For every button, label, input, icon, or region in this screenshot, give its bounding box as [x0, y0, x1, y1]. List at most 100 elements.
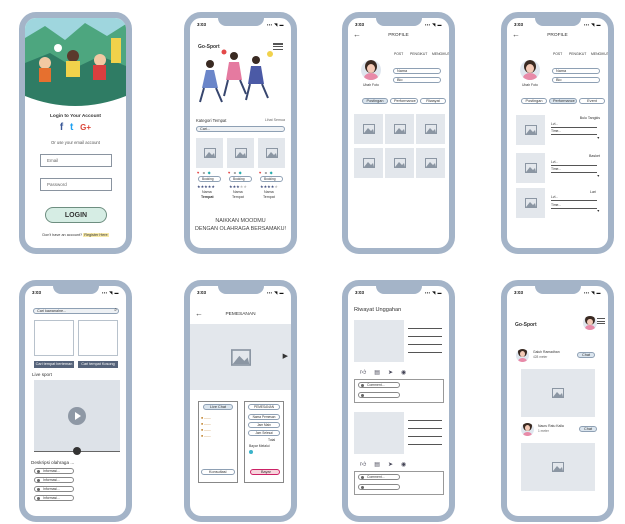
back-arrow-icon[interactable]: ←: [353, 30, 361, 39]
tab-riwayat[interactable]: Riwayat: [420, 98, 446, 104]
register-link[interactable]: Register Here: [83, 233, 109, 237]
payment-option-icon[interactable]: [249, 450, 253, 454]
bio-field[interactable]: Bio: [552, 77, 600, 83]
video-player[interactable]: [34, 380, 120, 452]
place-card-image[interactable]: [227, 138, 254, 168]
comment-input[interactable]: Comment...: [358, 382, 400, 388]
pause-icon[interactable]: [73, 447, 81, 455]
name-field[interactable]: Nama: [552, 68, 600, 74]
upload-image[interactable]: [354, 320, 404, 362]
booking-button[interactable]: Booking: [229, 176, 252, 182]
post-thumbnail[interactable]: [354, 148, 383, 178]
booker-name-field[interactable]: Nama Pemesan: [248, 414, 280, 420]
info-item[interactable]: Informasi...: [34, 477, 74, 483]
edit-photo-link[interactable]: Ubah Foto: [363, 83, 379, 87]
login-button[interactable]: LOGIN: [45, 207, 107, 223]
info-item[interactable]: Informasi...: [34, 468, 74, 474]
user-avatar[interactable]: [521, 423, 534, 436]
card-name: Nama: [233, 190, 243, 194]
comment-reply[interactable]: [358, 484, 400, 490]
post-thumbnail[interactable]: [385, 148, 414, 178]
status-bar: 3:03 ▪▪▪ ◥ ▬: [197, 288, 284, 296]
tab-postingan[interactable]: Postingan: [362, 98, 388, 104]
back-arrow-icon[interactable]: ←: [195, 309, 203, 318]
search-icon[interactable]: ⌕: [114, 307, 117, 313]
post-thumbnail[interactable]: [385, 114, 414, 144]
comment-icon[interactable]: ▤: [374, 462, 388, 468]
email-field[interactable]: Email: [40, 154, 112, 167]
info-item[interactable]: Informasi...: [34, 486, 74, 492]
chat-button[interactable]: Chat: [579, 426, 597, 432]
facebook-icon[interactable]: f: [60, 122, 63, 133]
avatar[interactable]: [583, 316, 597, 330]
like-icon[interactable]: 👍︎: [360, 462, 374, 468]
next-arrow-icon[interactable]: ▶: [283, 352, 288, 360]
pay-button[interactable]: Bayar: [250, 469, 280, 475]
see-all-link[interactable]: Lihat Semua: [265, 118, 285, 122]
partner-image[interactable]: [34, 320, 74, 356]
live-chat-pill[interactable]: Live Chat: [203, 404, 233, 410]
dropdown-icon[interactable]: ▼: [596, 174, 600, 178]
edit-photo-link[interactable]: Ubah Foto: [522, 83, 538, 87]
user-avatar[interactable]: [516, 349, 529, 362]
post-image[interactable]: [521, 443, 595, 491]
dropdown-icon[interactable]: ▼: [596, 209, 600, 213]
save-icon[interactable]: ◉: [401, 370, 414, 376]
partner-image[interactable]: [78, 320, 118, 356]
find-empty-place-button[interactable]: Cari tempat Kosong: [78, 361, 118, 368]
dropdown-icon[interactable]: ▼: [596, 136, 600, 140]
caption-line: [408, 328, 442, 329]
image-placeholder-icon: [524, 125, 537, 135]
like-icon[interactable]: 👍︎: [360, 370, 374, 376]
share-icon[interactable]: ➤: [388, 370, 401, 376]
time-label: Time...: [551, 203, 562, 207]
chat-button[interactable]: Chat: [577, 352, 595, 358]
tab-postingan[interactable]: Postingan: [521, 98, 547, 104]
post-thumbnail[interactable]: [354, 114, 383, 144]
upload-image[interactable]: [354, 412, 404, 454]
sport-name: Basket: [589, 154, 600, 158]
post-thumbnail[interactable]: [416, 114, 445, 144]
start-time-field[interactable]: Jam Main: [248, 422, 280, 428]
card-name: Nama: [202, 190, 212, 194]
level-label: Lvl...: [551, 160, 559, 164]
status-icons: ▪▪▪ ◥ ▬: [583, 21, 601, 27]
comment-input[interactable]: Comment...: [358, 474, 400, 480]
status-time: 3:03: [197, 289, 207, 295]
share-icon[interactable]: ➤: [388, 462, 401, 468]
time-line: [551, 134, 597, 135]
twitter-icon[interactable]: t: [70, 122, 73, 133]
place-card-image[interactable]: [258, 138, 285, 168]
rating-stars: ★★★★★: [260, 184, 278, 189]
post-image[interactable]: [521, 369, 595, 417]
booking-button[interactable]: Booking: [260, 176, 283, 182]
place-card-image[interactable]: [196, 138, 223, 168]
find-friend-button[interactable]: Cari tempat berteman: [34, 361, 74, 368]
name-field[interactable]: Nama: [393, 68, 441, 74]
google-icon[interactable]: G+: [80, 123, 91, 132]
profile-screen: 3:03 ▪▪▪ ◥ ▬ ← PROFILE POST PENGIKUT MENGI…: [342, 12, 455, 254]
tab-event[interactable]: Event: [579, 98, 605, 104]
comment-reply[interactable]: [358, 392, 400, 398]
info-item[interactable]: Informasi...: [34, 495, 74, 501]
end-time-field[interactable]: Jam Selesai: [248, 430, 280, 436]
tab-performance[interactable]: Performance: [390, 98, 418, 104]
back-arrow-icon[interactable]: ←: [512, 30, 520, 39]
search-input[interactable]: Cari kawanalne...: [33, 308, 119, 314]
password-field[interactable]: Password: [40, 178, 112, 191]
post-thumbnail[interactable]: [416, 148, 445, 178]
search-input[interactable]: Cari...: [196, 126, 285, 132]
avatar[interactable]: [361, 60, 381, 80]
user-distance: 1 meter: [538, 429, 549, 433]
booking-button[interactable]: Booking: [198, 176, 221, 182]
consult-button[interactable]: Konsultasi: [201, 469, 235, 475]
menu-icon[interactable]: [597, 317, 605, 326]
card-actions: ♥ ◂ ◆: [197, 170, 212, 175]
tab-performance[interactable]: Performance: [549, 98, 577, 104]
play-icon[interactable]: [68, 407, 86, 425]
save-icon[interactable]: ◉: [401, 462, 414, 468]
status-icons: ▪▪▪ ◥ ▬: [424, 21, 442, 27]
avatar[interactable]: [520, 60, 540, 80]
comment-icon[interactable]: ▤: [374, 370, 388, 376]
bio-field[interactable]: Bio: [393, 77, 441, 83]
